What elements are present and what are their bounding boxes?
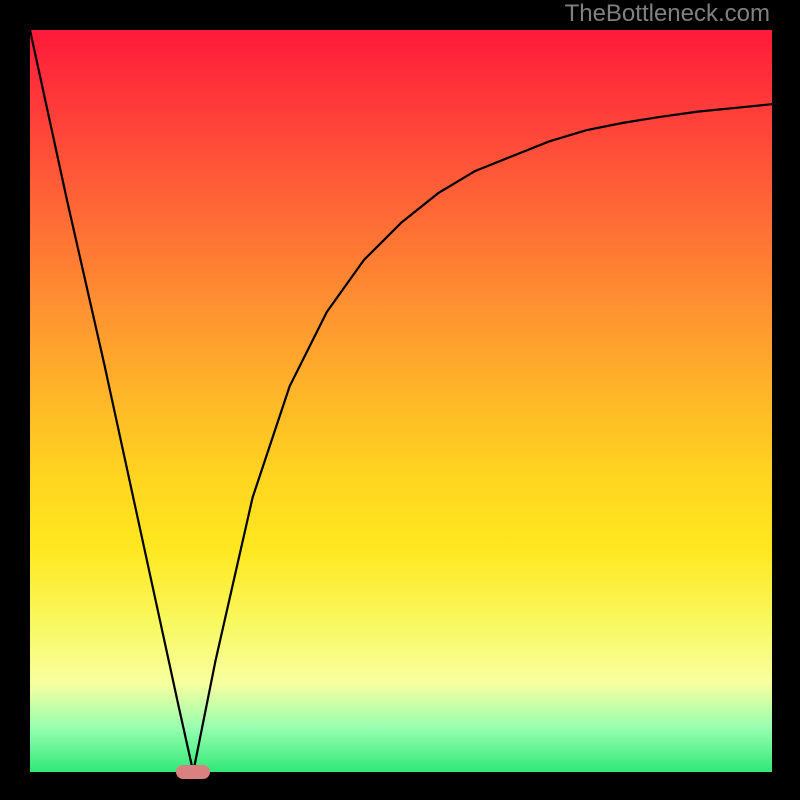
watermark-text: TheBottleneck.com <box>565 0 770 28</box>
curve-layer <box>30 30 772 772</box>
bottleneck-curve <box>30 30 772 772</box>
minimum-marker <box>176 765 210 779</box>
chart-frame: TheBottleneck.com <box>0 0 800 800</box>
plot-area <box>30 30 772 772</box>
